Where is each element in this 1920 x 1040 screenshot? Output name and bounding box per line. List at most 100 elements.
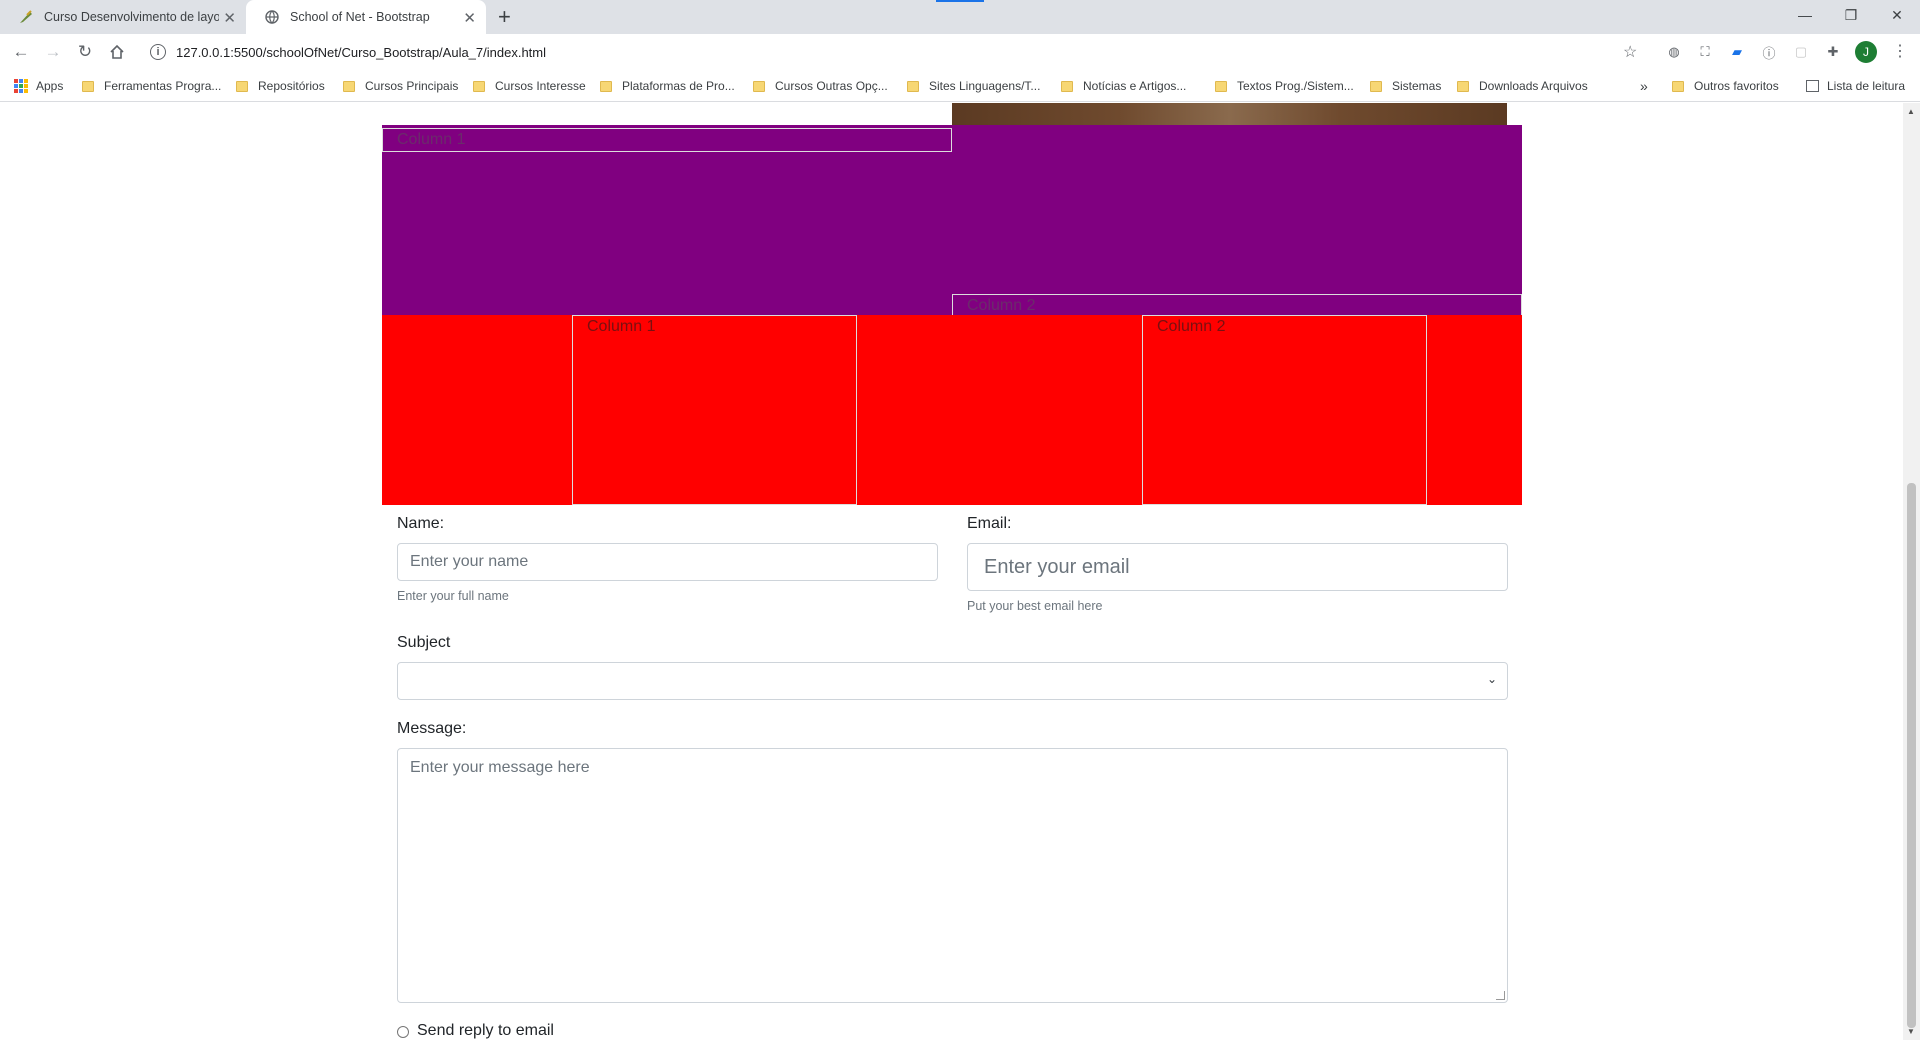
red-row: Column 1 Column 2 bbox=[382, 315, 1522, 505]
name-help-text: Enter your full name bbox=[397, 589, 509, 603]
page-scrollbar[interactable]: ▲ ▼ bbox=[1903, 103, 1920, 1040]
red-column-2: Column 2 bbox=[1142, 315, 1427, 505]
minimize-icon[interactable]: — bbox=[1782, 0, 1828, 30]
red-column-1: Column 1 bbox=[572, 315, 857, 505]
bookmark-label: Cursos Interesse bbox=[495, 79, 586, 93]
bookmark-folder[interactable]: Plataformas de Pro... bbox=[600, 70, 735, 102]
tab-school-of-net[interactable]: School of Net - Bootstrap ✕ bbox=[246, 0, 486, 34]
browser-toolbar: ← → ↻ i 127.0.0.1:5500/schoolOfNet/Curso… bbox=[0, 34, 1920, 70]
folder-icon bbox=[1215, 80, 1227, 92]
bookmark-folder[interactable]: Cursos Outras Opç... bbox=[753, 70, 888, 102]
kebab-menu-icon[interactable]: ⋮ bbox=[1892, 41, 1908, 61]
url-text: 127.0.0.1:5500/schoolOfNet/Curso_Bootstr… bbox=[176, 44, 547, 60]
bookmark-apps[interactable]: Apps bbox=[14, 70, 63, 102]
name-input[interactable]: Enter your name bbox=[397, 543, 938, 581]
purple-column-1: Column 1 bbox=[382, 128, 952, 152]
close-window-icon[interactable]: ✕ bbox=[1874, 0, 1920, 30]
tab-title: School of Net - Bootstrap bbox=[290, 10, 430, 24]
resize-handle-icon[interactable] bbox=[1496, 991, 1505, 1000]
bookmark-label: Textos Prog./Sistem... bbox=[1237, 79, 1354, 93]
extension-blank-icon[interactable]: ▢ bbox=[1791, 42, 1811, 62]
bookmark-folder[interactable]: Sites Linguagens/T... bbox=[907, 70, 1040, 102]
message-label: Message: bbox=[397, 720, 467, 737]
apps-grid-icon bbox=[14, 79, 28, 93]
folder-icon bbox=[600, 80, 612, 92]
bookmark-label: Sites Linguagens/T... bbox=[929, 79, 1041, 93]
bookmark-label: Cursos Outras Opç... bbox=[775, 79, 888, 93]
reading-list-label: Lista de leitura bbox=[1827, 79, 1906, 93]
forward-arrow-icon[interactable]: → bbox=[41, 40, 65, 64]
name-label: Name: bbox=[397, 515, 445, 532]
reading-list[interactable]: Lista de leitura bbox=[1806, 70, 1905, 102]
bookmark-label: Outros favoritos bbox=[1694, 79, 1779, 93]
bookmark-folder[interactable]: Cursos Interesse bbox=[473, 70, 586, 102]
email-input[interactable]: Enter your email bbox=[967, 543, 1508, 591]
bookmark-folder[interactable]: Downloads Arquivos bbox=[1457, 70, 1588, 102]
extension-circle-icon[interactable]: ⓘ bbox=[1759, 42, 1779, 62]
avatar[interactable]: J bbox=[1855, 41, 1877, 63]
extension-globe-icon[interactable]: ◍ bbox=[1664, 42, 1684, 62]
drag-indicator bbox=[936, 0, 984, 2]
bookmark-label: Plataformas de Pro... bbox=[622, 79, 735, 93]
bookmark-label: Sistemas bbox=[1392, 79, 1442, 93]
bookmark-label: Downloads Arquivos bbox=[1479, 79, 1588, 93]
close-tab-icon[interactable]: ✕ bbox=[223, 9, 236, 27]
subject-select[interactable]: ⌄ bbox=[397, 662, 1508, 700]
folder-icon bbox=[1672, 80, 1684, 92]
bookmark-label: Cursos Principais bbox=[365, 79, 459, 93]
folder-icon bbox=[473, 80, 485, 92]
bookmark-folder[interactable]: Ferramentas Progra... bbox=[82, 70, 221, 102]
screenshot-icon[interactable]: ⛶ bbox=[1695, 42, 1715, 62]
bookmark-label: Apps bbox=[36, 79, 64, 93]
folder-icon bbox=[907, 80, 919, 92]
globe-icon bbox=[264, 9, 280, 25]
scroll-up-icon[interactable]: ▲ bbox=[1907, 107, 1915, 116]
scroll-down-icon[interactable]: ▼ bbox=[1907, 1027, 1915, 1036]
purple-row: Column 1 Column 2 bbox=[382, 125, 1522, 318]
new-tab-button[interactable]: + bbox=[498, 4, 511, 30]
bookmark-label: Ferramentas Progra... bbox=[104, 79, 222, 93]
send-reply-radio[interactable] bbox=[397, 1026, 409, 1038]
folder-icon bbox=[1370, 80, 1382, 92]
bookmark-folder[interactable]: Textos Prog./Sistem... bbox=[1215, 70, 1354, 102]
email-help-text: Put your best email here bbox=[967, 599, 1103, 613]
extension-book-icon[interactable]: ▰ bbox=[1727, 42, 1747, 62]
reading-list-icon bbox=[1806, 80, 1819, 92]
bookmark-other-favorites[interactable]: Outros favoritos bbox=[1672, 70, 1779, 102]
bookmark-star-icon[interactable]: ☆ bbox=[1623, 42, 1637, 62]
tab-title: Curso Desenvolvimento de layou bbox=[44, 10, 219, 24]
address-bar[interactable]: i 127.0.0.1:5500/schoolOfNet/Curso_Boots… bbox=[140, 37, 1650, 67]
page-viewport: Column 1 Column 2 Column 1 Column 2 Name… bbox=[0, 103, 1903, 1040]
name-placeholder: Enter your name bbox=[410, 553, 529, 570]
column-label: Column 2 bbox=[1157, 318, 1226, 335]
bookmarks-bar: Apps Ferramentas Progra... Repositórios … bbox=[0, 70, 1920, 102]
scroll-thumb[interactable] bbox=[1907, 483, 1916, 1028]
folder-icon bbox=[1457, 80, 1469, 92]
bookmark-label: Repositórios bbox=[258, 79, 325, 93]
reload-icon[interactable]: ↻ bbox=[73, 40, 97, 64]
folder-icon bbox=[343, 80, 355, 92]
info-icon[interactable]: i bbox=[150, 44, 166, 60]
folder-icon bbox=[236, 80, 248, 92]
column-label: Column 1 bbox=[397, 131, 466, 148]
bookmark-folder[interactable]: Repositórios bbox=[236, 70, 325, 102]
bookmarks-overflow-icon[interactable]: » bbox=[1640, 70, 1648, 102]
folder-icon bbox=[1061, 80, 1073, 92]
folder-icon bbox=[753, 80, 765, 92]
back-arrow-icon[interactable]: ← bbox=[9, 40, 33, 64]
home-icon[interactable] bbox=[105, 40, 129, 64]
bookmark-folder[interactable]: Cursos Principais bbox=[343, 70, 458, 102]
bookmark-folder[interactable]: Sistemas bbox=[1370, 70, 1441, 102]
close-tab-icon[interactable]: ✕ bbox=[463, 9, 476, 27]
message-placeholder: Enter your message here bbox=[410, 759, 590, 776]
message-textarea[interactable]: Enter your message here bbox=[397, 748, 1508, 1003]
feather-icon bbox=[18, 9, 34, 25]
restore-icon[interactable]: ❐ bbox=[1828, 0, 1874, 30]
header-photo bbox=[952, 103, 1507, 125]
chevron-down-icon: ⌄ bbox=[1486, 672, 1497, 686]
puzzle-icon[interactable]: ✚ bbox=[1823, 42, 1843, 62]
folder-icon bbox=[82, 80, 94, 92]
bookmark-folder[interactable]: Notícias e Artigos... bbox=[1061, 70, 1186, 102]
tab-curso[interactable]: Curso Desenvolvimento de layou ✕ bbox=[0, 0, 246, 34]
send-reply-label: Send reply to email bbox=[417, 1022, 554, 1039]
